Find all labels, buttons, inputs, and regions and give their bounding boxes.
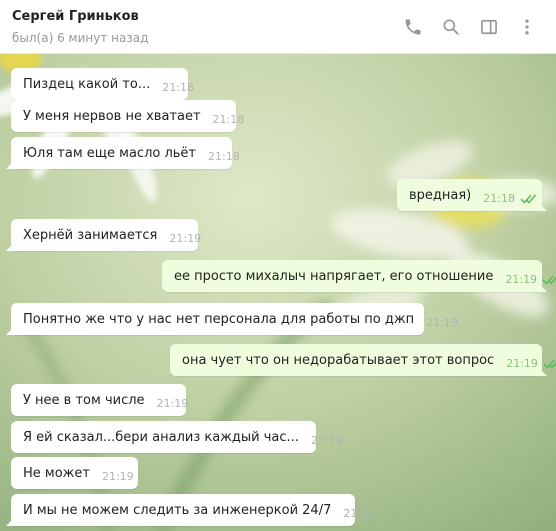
message-text: Не может	[23, 465, 90, 481]
message-text: Пиздец какой то...	[23, 76, 151, 92]
message-time: 21:19	[426, 315, 458, 329]
header-actions	[394, 14, 546, 40]
message-text: Хернёй занимается	[23, 227, 158, 243]
message-incoming[interactable]: Пиздец какой то... 21:18	[11, 68, 194, 100]
message-time: 21:18	[208, 149, 240, 163]
chat-scrollbar[interactable]	[550, 57, 554, 527]
more-options-button[interactable]	[508, 14, 546, 40]
message-outgoing[interactable]: ее просто михалыч напрягает, его отношен…	[162, 260, 556, 292]
message-time: 21:20	[343, 506, 376, 520]
contact-name[interactable]: Сергей Гриньков	[12, 8, 148, 26]
more-vert-icon	[525, 19, 529, 35]
message-outgoing[interactable]: она чует что он недорабатывает этот вопр…	[170, 344, 556, 376]
message-time: 21:19	[310, 433, 343, 447]
message-time: 21:19	[156, 396, 189, 410]
message-incoming[interactable]: Юля там еще масло льёт 21:18	[11, 137, 240, 169]
message-incoming[interactable]: У меня нервов не хватает 21:18	[11, 100, 244, 132]
search-icon	[443, 19, 459, 35]
read-check-icon	[543, 358, 556, 369]
message-incoming[interactable]: Понятно же что у нас нет персонала для р…	[11, 303, 458, 335]
contact-info[interactable]: Сергей Гриньков был(а) 6 минут назад	[12, 8, 148, 46]
chat-header: Сергей Гриньков был(а) 6 минут назад	[0, 0, 556, 54]
message-time: 21:18	[162, 80, 194, 94]
message-text: она чует что он недорабатывает этот вопр…	[182, 352, 495, 368]
last-seen-status: был(а) 6 минут назад	[12, 31, 149, 45]
message-text: И мы не можем следить за инженеркой 24/7	[23, 502, 332, 518]
message-time: 21:18	[212, 112, 245, 126]
sidebar-toggle-button[interactable]	[470, 14, 508, 40]
message-text: ее просто михалыч напрягает, его отношен…	[174, 268, 494, 284]
read-check-icon	[520, 193, 537, 204]
message-outgoing[interactable]: вредная) 21:18	[397, 179, 542, 211]
message-text: Юля там еще масло льёт	[23, 145, 197, 161]
message-time: 21:19	[169, 231, 202, 245]
message-incoming[interactable]: И мы не можем следить за инженеркой 24/7…	[11, 494, 375, 526]
message-time: 21:19	[505, 272, 538, 286]
message-incoming[interactable]: У нее в том числе 21:19	[11, 384, 189, 416]
message-list[interactable]: Пиздец какой то... 21:18 У меня нервов н…	[0, 54, 556, 531]
message-text: У нее в том числе	[23, 392, 145, 408]
message-time: 21:18	[483, 191, 515, 205]
message-text: У меня нервов не хватает	[23, 108, 201, 124]
phone-icon	[405, 19, 421, 35]
call-button[interactable]	[394, 14, 432, 40]
message-time: 21:19	[506, 356, 538, 370]
sidebar-toggle-icon	[481, 19, 497, 35]
read-check-icon	[542, 274, 556, 285]
message-incoming[interactable]: Не может 21:19	[11, 457, 138, 489]
message-text: вредная)	[409, 187, 472, 203]
message-time: 21:19	[101, 469, 134, 483]
message-text: Я ей сказал...бери анализ каждый час...	[23, 429, 299, 445]
message-incoming[interactable]: Я ей сказал...бери анализ каждый час... …	[11, 421, 343, 453]
message-text: Понятно же что у нас нет персонала для р…	[23, 311, 415, 327]
message-incoming[interactable]: Хернёй занимается 21:19	[11, 219, 202, 251]
search-button[interactable]	[432, 14, 470, 40]
